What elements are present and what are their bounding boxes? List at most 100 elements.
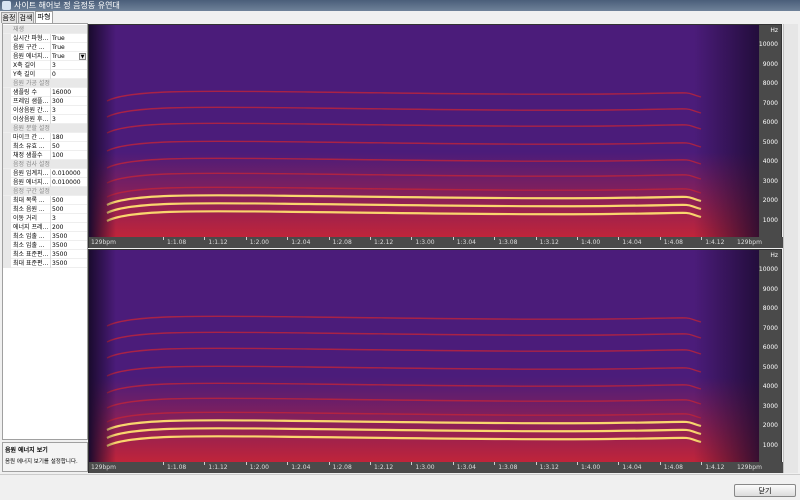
property-row[interactable]: 음원 구간 ... True [3,43,87,52]
property-value[interactable]: 3500 [50,259,87,268]
time-tick [494,237,496,240]
property-row[interactable]: 이동 거리 3 [3,214,87,223]
time-tick [204,237,206,240]
property-gutter [3,151,11,160]
spectrogram-panel-bottom[interactable]: Hz 10000 9000 8000 7000 6000 5000 4000 3000 2000 1… [88,249,783,473]
window-title: 사이트 해어보 정 음정동 유연대 [14,1,120,10]
time-tick [659,237,661,240]
tab-pitch-label: 음정 [2,14,16,22]
property-row[interactable]: 채정 샘플수 100 [3,151,87,160]
time-tick [618,237,620,240]
property-row[interactable]: Y축 길이 0 [3,70,87,79]
property-name: 에너지 프레... [13,224,48,231]
dropdown-arrow-icon[interactable]: ▼ [79,53,86,60]
property-description: 음원 에너지 보기 음원 에너지 보기를 설정합니다. [2,442,88,472]
property-row[interactable]: 최소 표준편... 3500 [3,250,87,259]
property-gutter [3,43,11,52]
property-name: 음원 에너지... [13,179,48,186]
property-value[interactable]: 3 [50,214,87,223]
time-tick [535,462,537,465]
time-tick-label: 1:2.04 [291,239,311,246]
property-gutter [3,232,11,241]
property-row[interactable]: 최대 목록 ... 500 [3,196,87,205]
property-row[interactable]: 프레임 샘플... 300 [3,97,87,106]
property-row[interactable]: X축 길이 3 [3,61,87,70]
tab-waveform[interactable]: 파형 [35,11,53,23]
property-row[interactable]: 최소 음원 ... 500 [3,205,87,214]
property-row[interactable]: 샘플링 수 16000 [3,88,87,97]
property-name: 음원 에너지... [13,53,48,60]
property-name: 최대 목록 ... [13,197,45,204]
property-category[interactable]: 음정 구간 설정 [3,187,87,196]
time-tick-label: 1:4.00 [581,464,601,471]
time-tick [494,462,496,465]
property-value[interactable]: 180 [50,133,87,142]
property-value[interactable]: 200 [50,223,87,232]
property-category[interactable]: 음정 검사 설정 [3,160,87,169]
tab-pitch[interactable]: 음정 [1,12,17,23]
property-row[interactable]: 이상음원 후... 3 [3,115,87,124]
property-row[interactable]: 마이크 간 ... 180 [3,133,87,142]
property-row[interactable]: 최소 입출 ... 3500 [3,232,87,241]
property-value[interactable]: 500 [50,196,87,205]
property-name: 이상음원 간... [13,107,48,114]
property-row[interactable]: 최소 유효 ... 50 [3,142,87,151]
time-tick [287,462,289,465]
property-value[interactable]: 100 [50,151,87,160]
frequency-tick-label: 6000 [762,344,778,351]
tab-search[interactable]: 검색 [18,12,34,23]
property-category[interactable]: 음원 가공 설정 [3,79,87,88]
property-gutter [3,70,11,79]
property-value[interactable]: 500 [50,205,87,214]
time-tick-label: 1:2.04 [291,464,311,471]
property-value[interactable]: 3500 [50,232,87,241]
frequency-axis: Hz 10000 9000 8000 7000 6000 5000 4000 3000 2000 1… [759,25,781,237]
tab-waveform-label: 파형 [37,13,51,21]
property-gutter [3,250,11,259]
property-category[interactable]: 음원 분할 설정 [3,124,87,133]
property-category[interactable]: 재생 [3,25,87,34]
time-tick [163,237,164,240]
property-gutter [3,106,11,115]
property-value[interactable]: 0 [50,70,87,79]
property-row[interactable]: 최대 표준편... 3500 [3,259,87,268]
frequency-axis: Hz 10000 9000 8000 7000 6000 5000 4000 3000 2000 1… [759,250,781,462]
property-row[interactable]: 음원 에너지... True ▼ [3,52,87,61]
frequency-tick-label: 1000 [762,216,778,224]
property-name: 최대 표준편... [13,260,48,267]
time-tick-label: 1:4.04 [622,239,642,246]
property-row[interactable]: 최소 입출 ... 3500 [3,241,87,250]
property-row[interactable]: 음원 에너지... 0.010000 [3,178,87,187]
spectrogram-image [89,250,761,462]
property-value[interactable]: 300 [50,97,87,106]
property-row[interactable]: 에너지 프레... 200 [3,223,87,232]
property-value[interactable]: 3 [50,106,87,115]
frequency-tick-label: 1000 [762,441,778,449]
spectrogram-panel-top[interactable]: Hz 10000 9000 8000 7000 6000 5000 4000 3000 2000 1… [88,24,783,248]
frequency-tick-label: 5000 [762,363,778,371]
property-name: 실시간 파형... [13,35,48,42]
property-gutter [3,61,11,70]
frequency-tick-label: 10000 [758,266,778,273]
property-value[interactable]: True [50,43,87,52]
property-row[interactable]: 음원 임계치... 0.010000 [3,169,87,178]
property-value[interactable]: 16000 [50,88,87,97]
property-value[interactable]: True [50,34,87,43]
property-value[interactable]: 3 [50,61,87,70]
property-value[interactable]: 50 [50,142,87,151]
property-name: 프레임 샘플... [13,98,48,105]
property-row[interactable]: 실시간 파형... True [3,34,87,43]
frequency-tick-label: 8000 [762,80,778,87]
property-grid[interactable]: 재생 실시간 파형... True 음원 구간 ... True 음원 에너지... Tru… [2,23,88,440]
property-value[interactable]: 3500 [50,250,87,259]
frequency-tick-label: 5000 [762,138,778,146]
close-button[interactable]: 닫기 [734,484,796,497]
property-gutter [3,241,11,250]
property-value[interactable]: 3500 [50,241,87,250]
property-gutter [3,115,11,124]
property-value[interactable]: 0.010000 [50,178,87,187]
vertical-scrollbar[interactable] [783,24,798,473]
property-value[interactable]: 0.010000 [50,169,87,178]
property-row[interactable]: 이상음원 간... 3 [3,106,87,115]
property-value[interactable]: 3 [50,115,87,124]
